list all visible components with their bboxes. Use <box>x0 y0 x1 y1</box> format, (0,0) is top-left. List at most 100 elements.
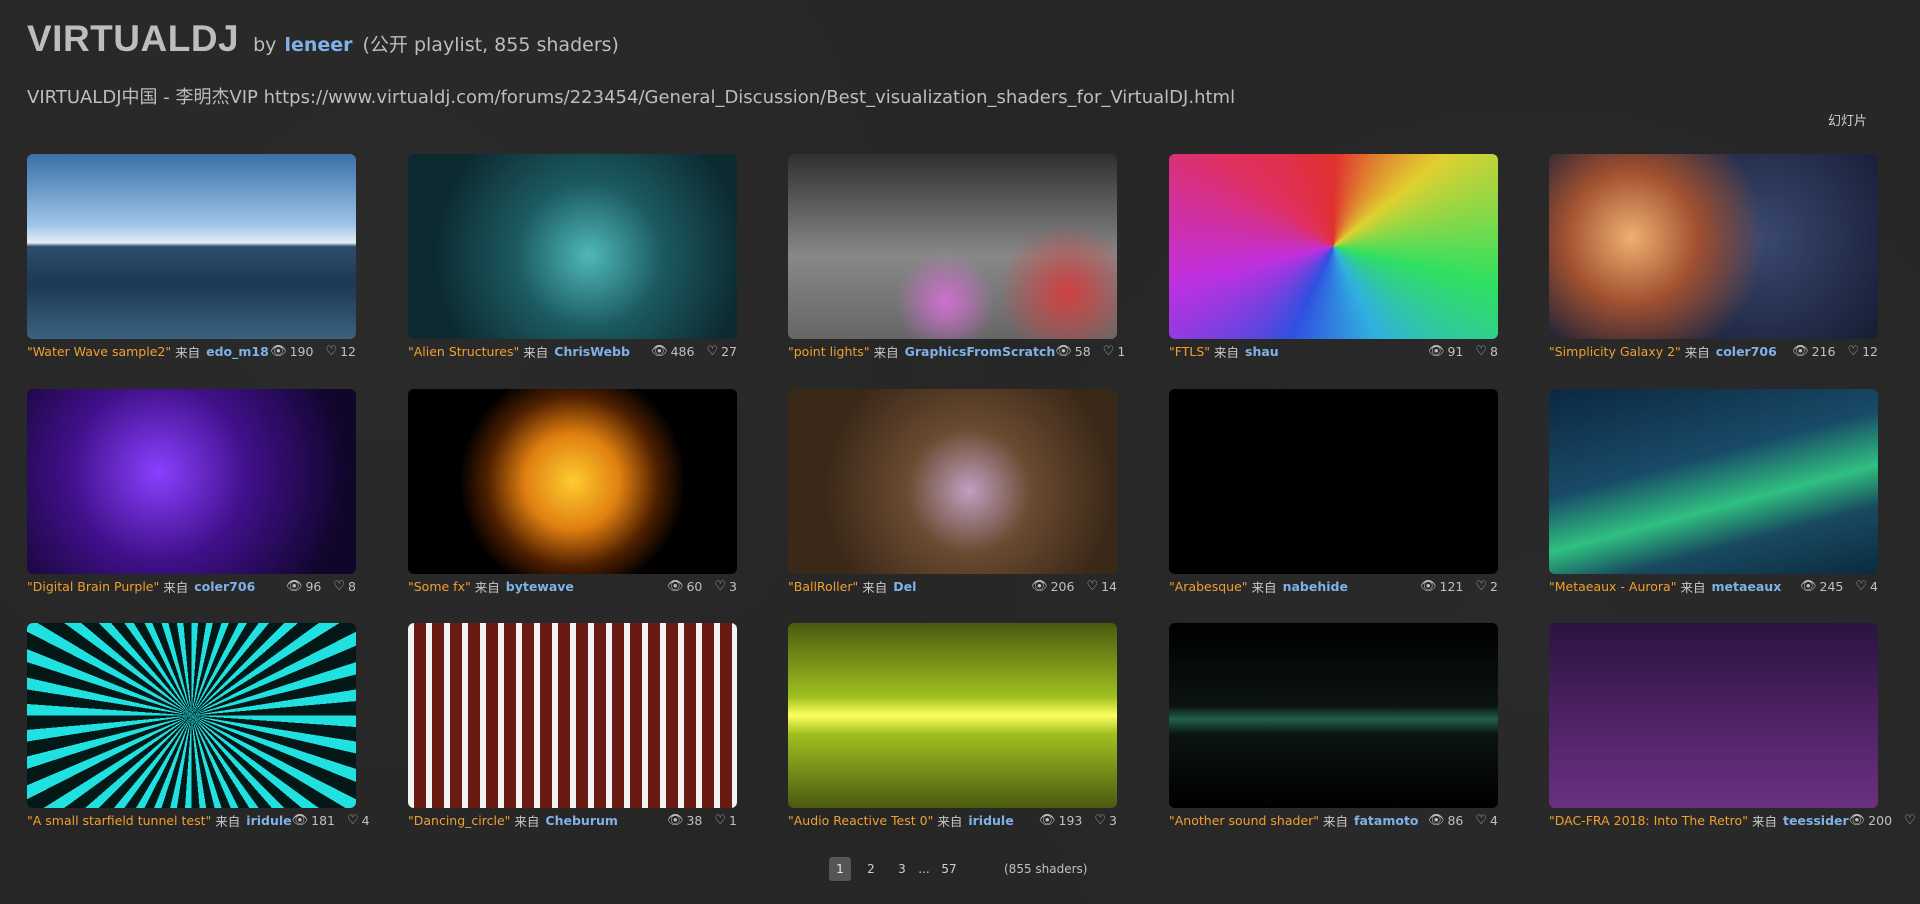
like-count: 2 <box>1490 578 1498 594</box>
shader-name-link[interactable]: "FTLS" <box>1169 344 1210 359</box>
shader-thumbnail[interactable] <box>788 623 1117 808</box>
shader-info: "Metaeaux - Aurora" 来自 metaeaux 👁 245 ♡ 4 <box>1549 577 1878 595</box>
shader-author-link[interactable]: teessider <box>1783 813 1849 828</box>
shader-name-link[interactable]: "BallRoller" <box>788 579 858 594</box>
slideshow-button[interactable]: 幻灯片 <box>1828 110 1867 129</box>
shader-thumbnail[interactable] <box>408 623 737 808</box>
page-1-button[interactable]: 1 <box>829 857 851 881</box>
shader-thumbnail[interactable] <box>27 389 356 574</box>
page-3-button[interactable]: 3 <box>895 857 909 881</box>
shader-author-link[interactable]: coler706 <box>1716 344 1777 359</box>
shader-info: "Dancing_circle" 来自 Cheburum 👁 38 ♡ 1 <box>408 811 737 829</box>
eye-icon: 👁 <box>1055 343 1072 359</box>
shader-name-link[interactable]: "Water Wave sample2" <box>27 344 171 359</box>
shader-author-link[interactable]: shau <box>1245 344 1279 359</box>
from-label: 来自 <box>1251 579 1277 595</box>
shader-name-link[interactable]: "point lights" <box>788 344 870 359</box>
shader-name-link[interactable]: "Simplicity Galaxy 2" <box>1549 344 1681 359</box>
shader-card: "point lights" 来自 GraphicsFromScratch 👁 58 ♡ 1 <box>788 154 1125 364</box>
shader-card: "Metaeaux - Aurora" 来自 metaeaux 👁 245 ♡ 4 <box>1549 389 1878 599</box>
view-count: 245 <box>1819 578 1844 594</box>
shader-info: "point lights" 来自 GraphicsFromScratch 👁 58 ♡ 1 <box>788 342 1125 360</box>
from-label: 来自 <box>1323 813 1349 829</box>
from-label: 来自 <box>873 344 899 360</box>
shader-stats: 👁 86 ♡ 4 <box>1428 813 1498 828</box>
view-count: 96 <box>305 578 322 594</box>
heart-icon: ♡ <box>714 578 727 594</box>
shader-author-link[interactable]: coler706 <box>194 579 255 594</box>
shader-info: "Water Wave sample2" 来自 edo_m18 👁 190 ♡ 12 <box>27 342 356 360</box>
heart-icon: ♡ <box>347 812 359 828</box>
shader-card: "Arabesque" 来自 nabehide 👁 121 ♡ 2 <box>1169 389 1498 599</box>
heart-icon: ♡ <box>333 578 346 594</box>
shader-thumbnail[interactable] <box>27 154 356 339</box>
shader-thumbnail[interactable] <box>408 154 737 339</box>
page-2-button[interactable]: 2 <box>864 857 878 881</box>
shader-info: "Digital Brain Purple" 来自 coler706 👁 96 ♡ 8 <box>27 577 356 595</box>
shader-thumbnail[interactable] <box>1549 389 1878 574</box>
shader-author-link[interactable]: edo_m18 <box>206 344 269 359</box>
shader-name-link[interactable]: "Another sound shader" <box>1169 813 1319 828</box>
shader-thumbnail[interactable] <box>408 389 737 574</box>
shader-author-link[interactable]: iridule <box>246 813 291 828</box>
from-label: 来自 <box>1214 344 1240 360</box>
heart-icon: ♡ <box>1475 343 1488 359</box>
view-count: 86 <box>1447 812 1464 828</box>
shader-author-link[interactable]: Cheburum <box>545 813 618 828</box>
page-57-button[interactable]: 57 <box>940 857 958 881</box>
shader-name-link[interactable]: "DAC-FRA 2018: Into The Retro" <box>1549 813 1748 828</box>
shader-name-link[interactable]: "Alien Structures" <box>408 344 519 359</box>
shader-thumbnail[interactable] <box>1549 623 1878 808</box>
shader-author-link[interactable]: ChrisWebb <box>554 344 630 359</box>
author-link[interactable]: leneer <box>284 34 352 56</box>
shader-thumbnail[interactable] <box>788 154 1117 339</box>
shader-thumbnail[interactable] <box>1169 623 1498 808</box>
like-count: 8 <box>1490 343 1498 359</box>
shader-name-link[interactable]: "Dancing_circle" <box>408 813 510 828</box>
shader-author-link[interactable]: iridule <box>968 813 1013 828</box>
shader-stats: 👁 245 ♡ 4 <box>1800 579 1878 594</box>
shader-name-link[interactable]: "A small starfield tunnel test" <box>27 813 211 828</box>
like-count: 27 <box>721 343 737 359</box>
shader-stats: 👁 58 ♡ 1 <box>1055 344 1125 359</box>
shader-author-link[interactable]: nabehide <box>1283 579 1348 594</box>
view-count: 193 <box>1058 812 1083 828</box>
like-count: 3 <box>729 578 737 594</box>
shader-thumbnail[interactable] <box>27 623 356 808</box>
shader-info: "Some fx" 来自 bytewave 👁 60 ♡ 3 <box>408 577 737 595</box>
shader-stats: 👁 193 ♡ 3 <box>1039 813 1117 828</box>
shader-thumbnail[interactable] <box>1549 154 1878 339</box>
shader-name-link[interactable]: "Some fx" <box>408 579 471 594</box>
playlist-header: VIRTUALDJ by leneer (公开 playlist, 855 sh… <box>27 18 619 60</box>
shader-card: "Some fx" 来自 bytewave 👁 60 ♡ 3 <box>408 389 737 599</box>
shader-stats: 👁 206 ♡ 14 <box>1031 579 1117 594</box>
view-count: 91 <box>1447 343 1464 359</box>
shader-stats: 👁 121 ♡ 2 <box>1420 579 1498 594</box>
shader-thumbnail[interactable] <box>788 389 1117 574</box>
shader-info: "Arabesque" 来自 nabehide 👁 121 ♡ 2 <box>1169 577 1498 595</box>
shader-author-link[interactable]: fatamoto <box>1354 813 1418 828</box>
shader-card: "BallRoller" 来自 Del 👁 206 ♡ 14 <box>788 389 1117 599</box>
eye-icon: 👁 <box>1848 812 1866 828</box>
like-count: 4 <box>361 812 370 828</box>
heart-icon: ♡ <box>325 343 338 359</box>
eye-icon: 👁 <box>666 578 684 594</box>
view-count: 121 <box>1439 578 1464 594</box>
shader-stats: 👁 91 ♡ 8 <box>1428 344 1498 359</box>
shader-author-link[interactable]: bytewave <box>506 579 574 594</box>
shader-name-link[interactable]: "Arabesque" <box>1169 579 1248 594</box>
heart-icon: ♡ <box>1475 578 1488 594</box>
shader-author-link[interactable]: GraphicsFromScratch <box>905 344 1056 359</box>
heart-icon: ♡ <box>714 812 727 828</box>
shader-thumbnail[interactable] <box>1169 154 1498 339</box>
shader-thumbnail[interactable] <box>1169 389 1498 574</box>
shader-name-link[interactable]: "Digital Brain Purple" <box>27 579 159 594</box>
heart-icon: ♡ <box>1847 343 1860 359</box>
shader-card: "Audio Reactive Test 0" 来自 iridule 👁 193 ♡ 3 <box>788 623 1117 833</box>
shader-author-link[interactable]: Del <box>893 579 916 594</box>
from-label: 来自 <box>1751 813 1777 829</box>
shader-name-link[interactable]: "Audio Reactive Test 0" <box>788 813 933 828</box>
shader-card: "Dancing_circle" 来自 Cheburum 👁 38 ♡ 1 <box>408 623 737 833</box>
shader-author-link[interactable]: metaeaux <box>1711 579 1781 594</box>
shader-name-link[interactable]: "Metaeaux - Aurora" <box>1549 579 1676 594</box>
